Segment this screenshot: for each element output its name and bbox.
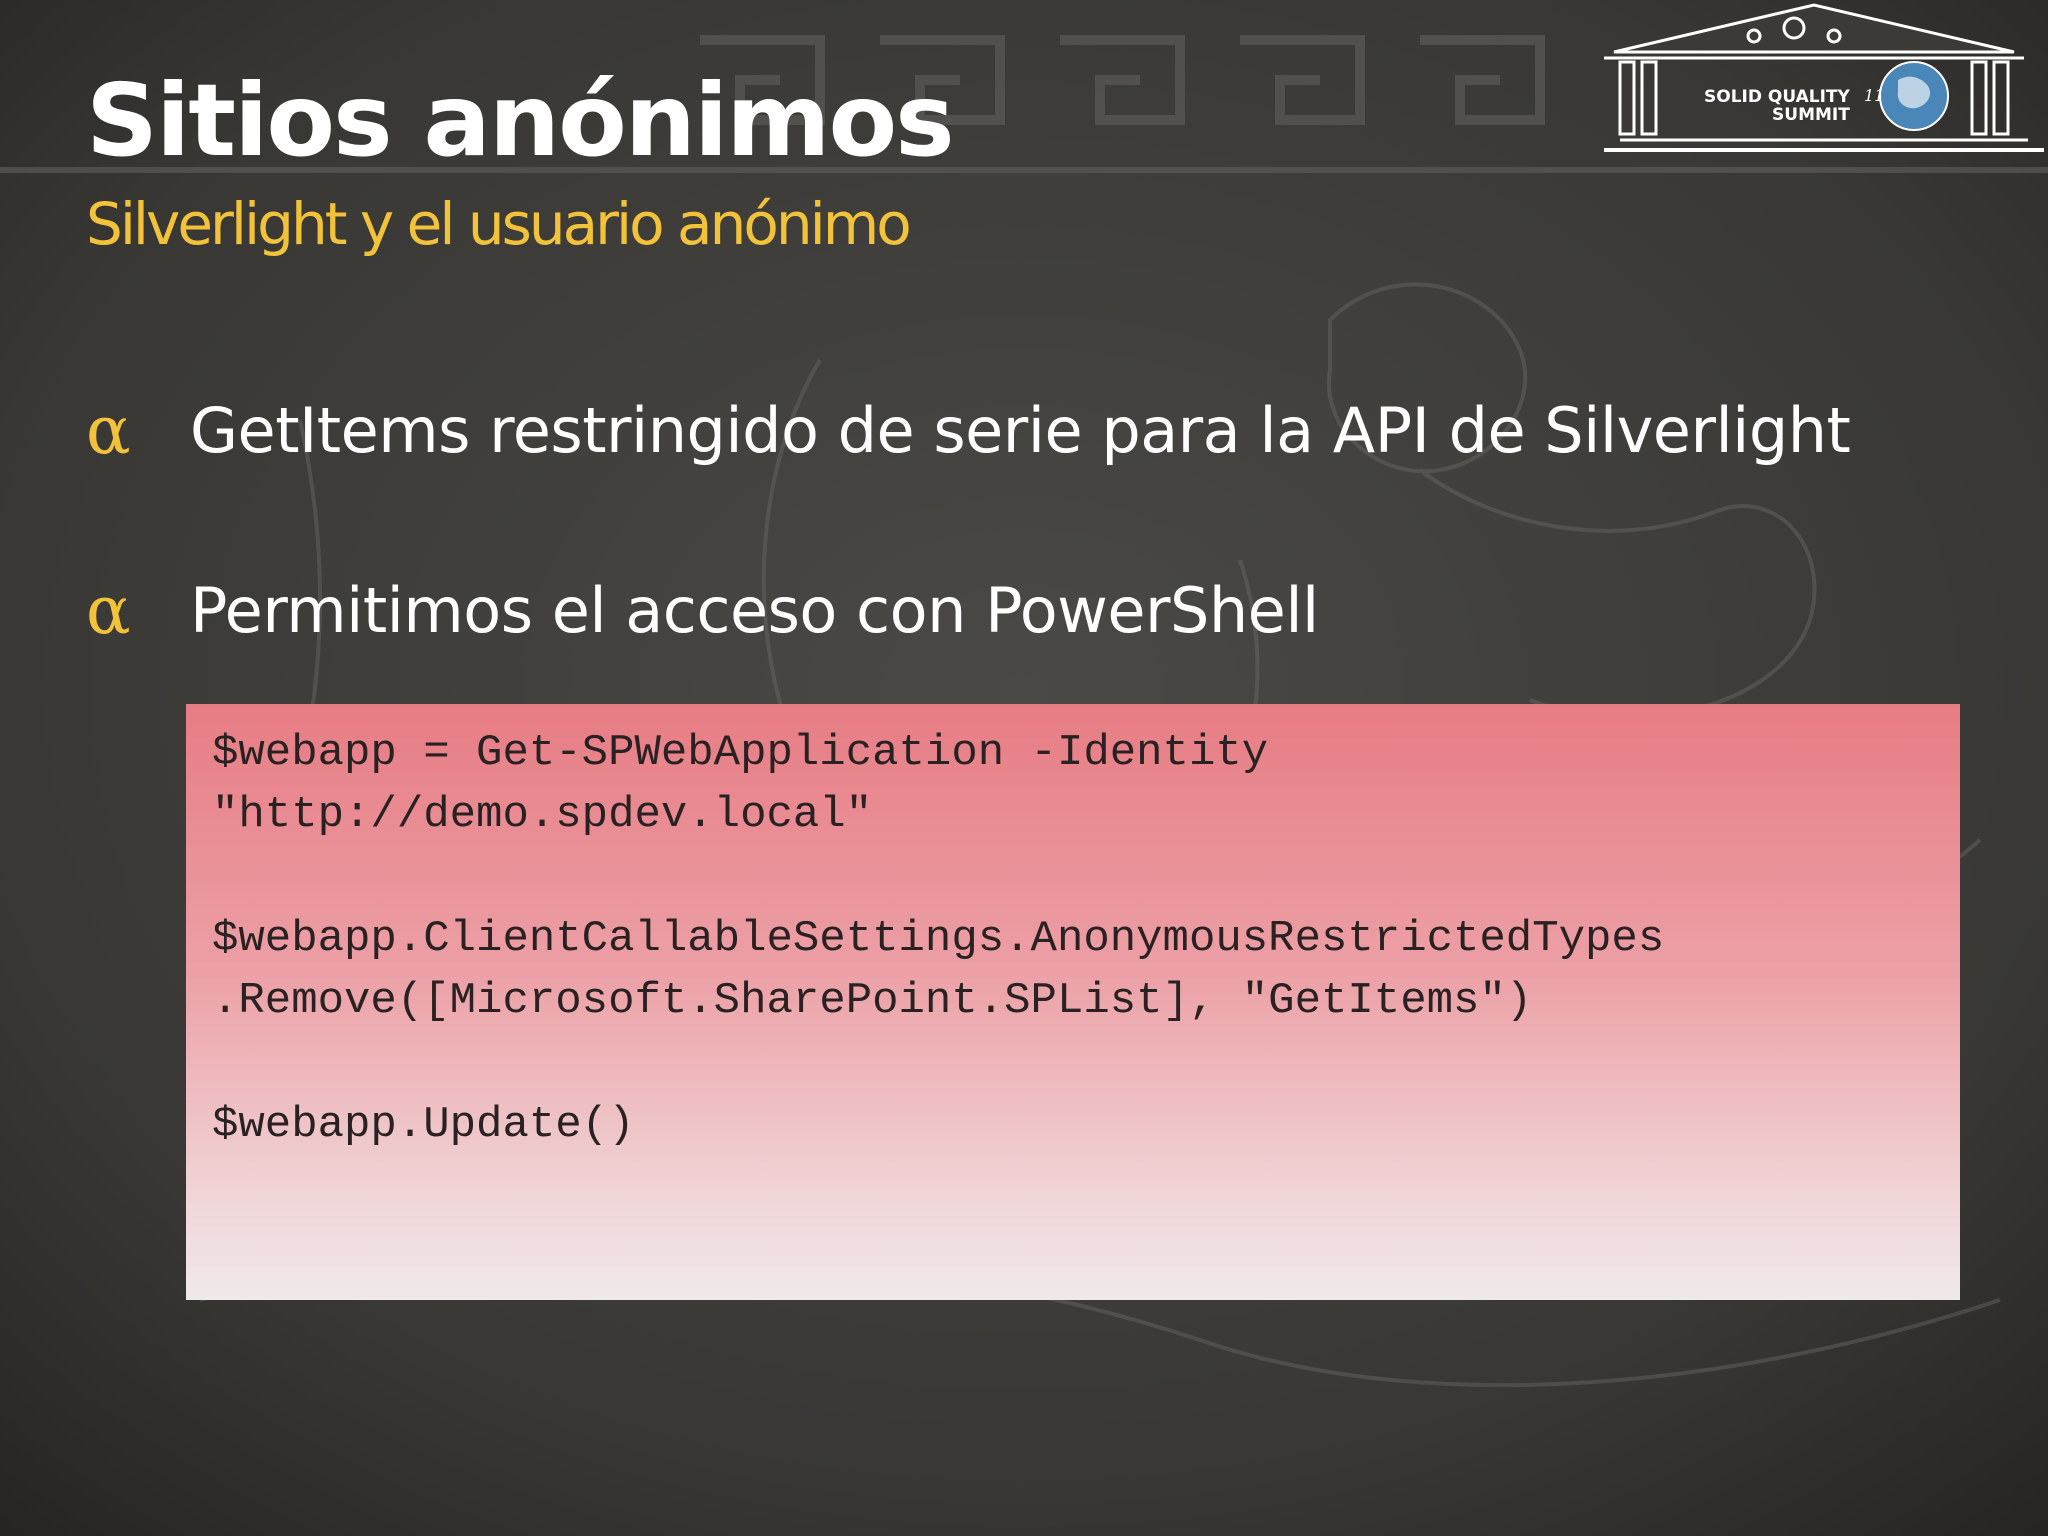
logo-text: SOLID QUALITY SUMMIT (1704, 88, 1850, 124)
code-line: $webapp.ClientCallableSettings.Anonymous… (212, 914, 1665, 964)
alpha-bullet-icon: α (86, 572, 131, 649)
slide-title: Sitios anónimos (86, 62, 955, 179)
logo-edition: 11 (1864, 86, 1885, 105)
slide-subtitle: Silverlight y el usuario anónimo (86, 190, 912, 258)
code-lines: $webapp = Get-SPWebApplication -Identity… (212, 722, 1934, 1156)
bullet-text: Permitimos el acceso con PowerShell (190, 574, 1319, 647)
code-line: $webapp = Get-SPWebApplication -Identity (212, 728, 1269, 778)
bullet-text: GetItems restringido de serie para la AP… (190, 394, 1851, 467)
bullet-item: α Permitimos el acceso con PowerShell (86, 572, 1319, 649)
solid-quality-summit-logo (1604, 3, 2044, 152)
logo-line-1: SOLID QUALITY (1704, 87, 1850, 107)
alpha-bullet-icon: α (86, 392, 131, 469)
bullet-item: α GetItems restringido de serie para la … (86, 392, 1851, 469)
code-block: $webapp = Get-SPWebApplication -Identity… (186, 704, 1960, 1300)
code-line: "http://demo.spdev.local" (212, 790, 873, 840)
logo-line-2: SUMMIT (1772, 105, 1850, 125)
code-line: $webapp.Update() (212, 1100, 635, 1150)
code-line: .Remove([Microsoft.SharePoint.SPList], "… (212, 976, 1533, 1026)
